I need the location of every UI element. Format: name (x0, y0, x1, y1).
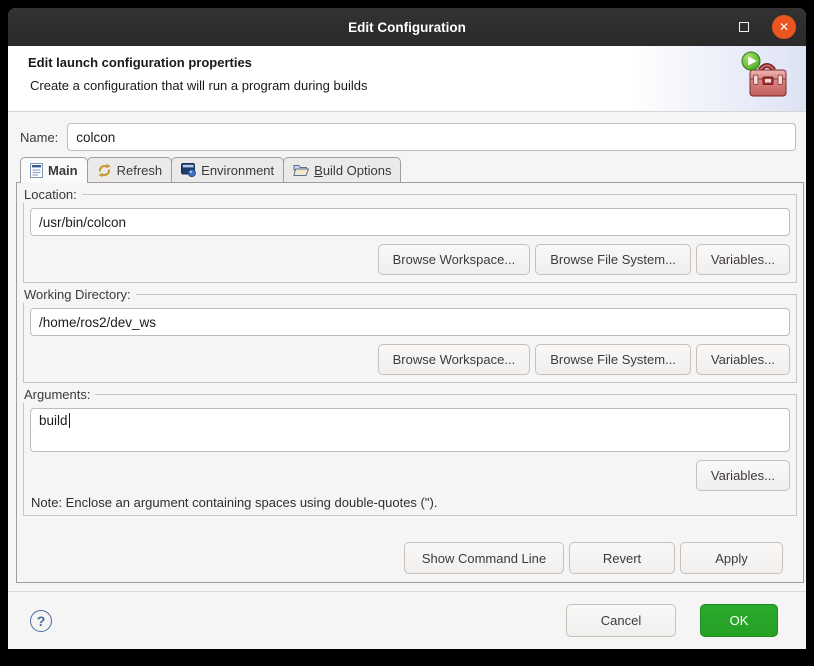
maximize-icon (739, 22, 749, 32)
maximize-button[interactable] (732, 15, 756, 39)
location-variables-button[interactable]: Variables... (696, 244, 790, 275)
main-tab-content: Location: Browse Workspace... Browse Fil… (16, 182, 804, 583)
arguments-label: Arguments: (23, 386, 95, 403)
dialog-body: Name: Main (8, 112, 806, 591)
footer-buttons: Cancel OK (566, 604, 778, 637)
refresh-icon (97, 163, 112, 178)
location-group: Location: Browse Workspace... Browse Fil… (23, 194, 797, 283)
tab-main-label: Main (48, 163, 78, 178)
revert-button[interactable]: Revert (569, 542, 675, 574)
tab-refresh[interactable]: Refresh (87, 157, 173, 182)
location-label: Location: (23, 186, 82, 203)
help-icon: ? (37, 613, 46, 629)
text-caret (69, 413, 71, 428)
arguments-buttons: Variables... (30, 460, 790, 491)
tab-environment[interactable]: Environment (171, 157, 284, 182)
working-directory-group: Working Directory: Browse Workspace... B… (23, 294, 797, 383)
edit-configuration-dialog: Edit Configuration ✕ Edit launch configu… (8, 8, 806, 649)
environment-icon (181, 163, 196, 177)
tab-build-options-label: Build Options (314, 163, 391, 178)
dialog-header: Edit launch configuration properties Cre… (8, 46, 806, 112)
apply-button[interactable]: Apply (680, 542, 783, 574)
arguments-note: Note: Enclose an argument containing spa… (31, 495, 790, 510)
name-label: Name: (20, 130, 58, 145)
working-directory-variables-button[interactable]: Variables... (696, 344, 790, 375)
main-tab-icon (30, 163, 43, 178)
close-button[interactable]: ✕ (772, 15, 796, 39)
dialog-footer: ? Cancel OK (8, 591, 806, 649)
working-directory-browse-file-system-button[interactable]: Browse File System... (535, 344, 691, 375)
run-toolbox-icon (739, 51, 793, 101)
location-buttons: Browse Workspace... Browse File System..… (30, 244, 790, 275)
titlebar[interactable]: Edit Configuration ✕ (8, 8, 806, 46)
build-options-icon (293, 164, 309, 177)
name-row: Name: (20, 123, 796, 151)
tab-refresh-label: Refresh (117, 163, 163, 178)
location-browse-workspace-button[interactable]: Browse Workspace... (378, 244, 531, 275)
name-input[interactable] (67, 123, 796, 151)
window-controls: ✕ (732, 8, 796, 46)
header-subtitle: Create a configuration that will run a p… (30, 78, 806, 93)
location-input[interactable] (30, 208, 790, 236)
arguments-textarea[interactable]: build (30, 408, 790, 452)
tab-environment-label: Environment (201, 163, 274, 178)
close-icon: ✕ (779, 21, 789, 33)
arguments-variables-button[interactable]: Variables... (696, 460, 790, 491)
show-command-line-button[interactable]: Show Command Line (404, 542, 564, 574)
working-directory-buttons: Browse Workspace... Browse File System..… (30, 344, 790, 375)
tab-build-options[interactable]: Build Options (283, 157, 401, 182)
help-button[interactable]: ? (30, 610, 52, 632)
window-title: Edit Configuration (348, 20, 466, 35)
location-browse-file-system-button[interactable]: Browse File System... (535, 244, 691, 275)
tab-main[interactable]: Main (20, 157, 88, 182)
arguments-group: Arguments: build Variables... Note: Encl… (23, 394, 797, 516)
working-directory-input[interactable] (30, 308, 790, 336)
cancel-button[interactable]: Cancel (566, 604, 676, 637)
header-title: Edit launch configuration properties (28, 55, 806, 70)
working-directory-browse-workspace-button[interactable]: Browse Workspace... (378, 344, 531, 375)
config-actions: Show Command Line Revert Apply (404, 542, 783, 574)
ok-button[interactable]: OK (700, 604, 778, 637)
tab-bar: Main Refresh (16, 157, 804, 182)
screen-frame: Edit Configuration ✕ Edit launch configu… (0, 0, 814, 666)
working-directory-label: Working Directory: (23, 286, 136, 303)
